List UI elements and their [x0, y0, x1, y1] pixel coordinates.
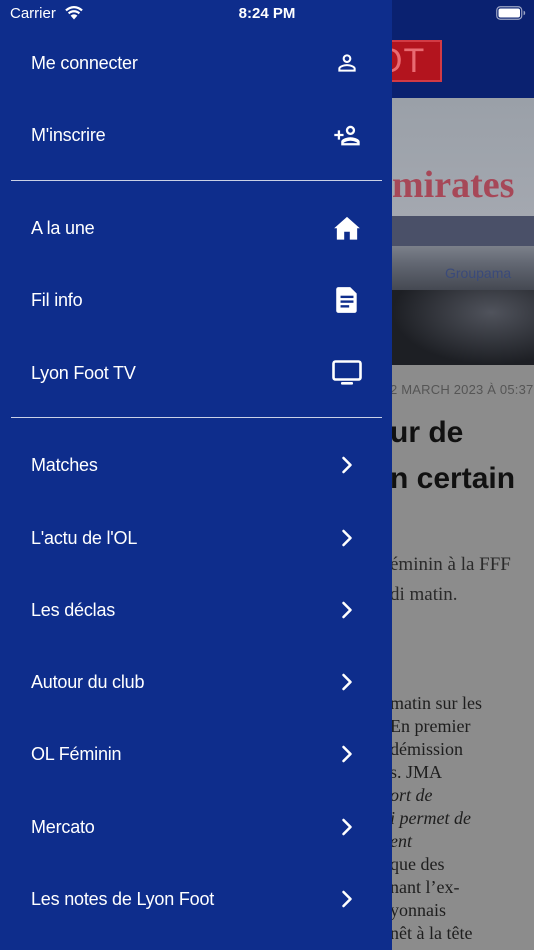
menu-item-label: Autour du club	[31, 672, 145, 692]
chevron-right-icon	[332, 739, 362, 769]
add-user-icon	[332, 120, 362, 150]
menu-divider	[11, 180, 382, 181]
user-icon	[332, 48, 362, 78]
menu-item-headlines[interactable]: A la une	[0, 192, 392, 264]
body-line: matin sur les	[390, 693, 482, 713]
menu-item-label: Les déclas	[31, 600, 116, 620]
menu-item-ratings[interactable]: Les notes de Lyon Foot	[0, 863, 392, 935]
body-line: s. JMA	[390, 762, 443, 782]
body-line: ent	[390, 831, 412, 851]
article-date: 2 MARCH 2023 À 05:37	[390, 382, 534, 397]
menu-item-label: Lyon Foot TV	[31, 363, 136, 383]
side-menu-drawer: Me connecter M'inscrire A la une Fil inf…	[0, 0, 392, 950]
menu-item-label: M'inscrire	[31, 125, 106, 145]
chevron-right-icon	[332, 523, 362, 553]
body-line: nêt à la tête	[390, 923, 473, 943]
menu-item-news-feed[interactable]: Fil info	[0, 264, 392, 336]
article-lead: éminin à la FFF di matin.	[390, 554, 511, 605]
menu-divider	[11, 417, 382, 418]
menu-item-label: L'actu de l'OL	[31, 528, 138, 548]
menu-item-label: Mercato	[31, 817, 95, 837]
menu-item-quotes[interactable]: Les déclas	[0, 574, 392, 646]
chevron-right-icon	[332, 595, 362, 625]
article-body: matin sur les En premier démission s. JM…	[390, 692, 482, 945]
photo-sponsor-text-2: Groupama	[445, 265, 512, 281]
photo-person	[392, 290, 534, 365]
menu-item-label: A la une	[31, 218, 95, 238]
chevron-right-icon	[332, 450, 362, 480]
menu-item-label: Fil info	[31, 290, 83, 310]
menu-item-login[interactable]: Me connecter	[0, 27, 392, 99]
battery-icon	[496, 6, 526, 20]
menu-item-tv[interactable]: Lyon Foot TV	[0, 337, 392, 409]
chevron-right-icon	[332, 884, 362, 914]
body-line: ort de	[390, 785, 433, 805]
menu-item-around-club[interactable]: Autour du club	[0, 646, 392, 718]
menu-item-ol-women[interactable]: OL Féminin	[0, 718, 392, 790]
menu-item-transfers[interactable]: Mercato	[0, 791, 392, 863]
menu-item-ol-news[interactable]: L'actu de l'OL	[0, 502, 392, 574]
article-icon	[332, 285, 362, 315]
menu-item-matches[interactable]: Matches	[0, 429, 392, 501]
menu-item-label: Les notes de Lyon Foot	[31, 889, 215, 909]
body-line: yonnais	[390, 900, 446, 920]
menu-item-register[interactable]: M'inscrire	[0, 99, 392, 171]
body-line: que des	[390, 854, 445, 874]
status-bar: Carrier 8:24 PM	[0, 0, 534, 30]
menu-item-label: Matches	[31, 455, 98, 475]
article-title: ur de n certain	[390, 416, 516, 495]
body-line: i permet de	[390, 808, 471, 828]
tv-icon	[332, 358, 362, 388]
chevron-right-icon	[332, 812, 362, 842]
photo-sponsor-text: mirates	[392, 164, 515, 206]
menu-item-label: OL Féminin	[31, 744, 122, 764]
body-line: démission	[390, 739, 464, 759]
home-icon	[332, 213, 362, 243]
body-line: En premier	[390, 716, 471, 736]
chevron-right-icon	[332, 667, 362, 697]
menu-item-label: Me connecter	[31, 53, 138, 73]
body-line: nant l’ex-	[390, 877, 460, 897]
clock: 8:24 PM	[238, 5, 296, 22]
